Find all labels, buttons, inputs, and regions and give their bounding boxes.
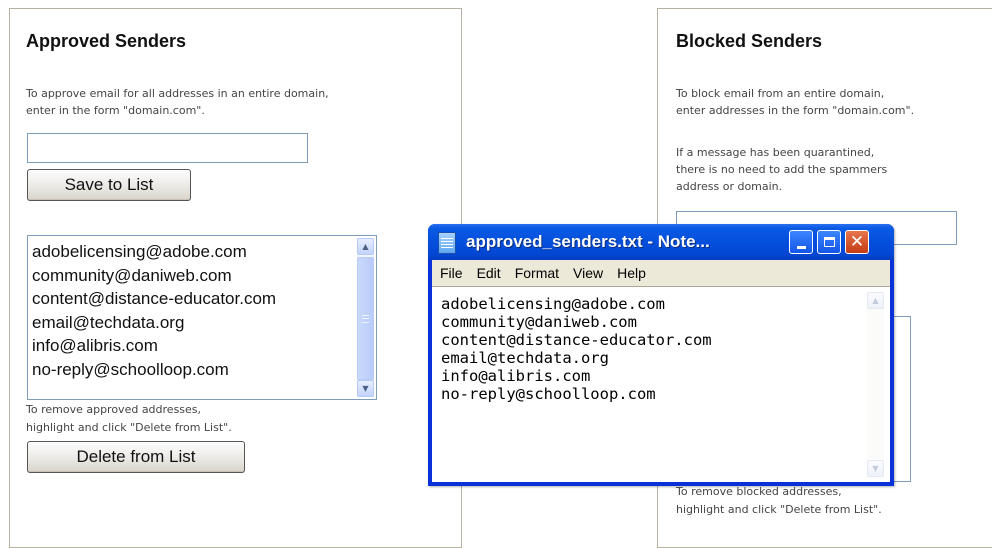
notepad-text[interactable]: adobelicensing@adobe.com community@daniw… — [441, 295, 712, 403]
editor-scrollbar[interactable]: ▲ ▼ — [867, 292, 884, 477]
maximize-button[interactable] — [817, 230, 841, 254]
menu-help[interactable]: Help — [610, 265, 653, 281]
scroll-down-arrow-icon[interactable]: ▼ — [867, 460, 884, 477]
approved-senders-listbox[interactable]: adobelicensing@adobe.com community@daniw… — [27, 235, 377, 400]
approved-help-line1: To approve email for all addresses in an… — [26, 87, 329, 100]
approved-senders-panel: Approved Senders To approve email for al… — [9, 8, 462, 548]
scroll-down-arrow-icon[interactable]: ▼ — [357, 380, 374, 397]
minimize-button[interactable] — [789, 230, 813, 254]
approved-senders-title: Approved Senders — [26, 31, 187, 51]
scroll-up-arrow-icon[interactable]: ▲ — [357, 238, 374, 255]
list-item[interactable]: info@alibris.com — [28, 334, 376, 358]
quarantine-line1: If a message has been quarantined, — [676, 146, 875, 159]
maximize-icon — [823, 237, 835, 247]
listbox-scrollbar[interactable]: ▲ ▼ — [357, 238, 374, 397]
list-item[interactable]: adobelicensing@adobe.com — [28, 240, 376, 264]
scroll-up-arrow-icon[interactable]: ▲ — [867, 292, 884, 309]
notepad-title: approved_senders.txt - Note... — [466, 232, 710, 251]
approved-remove-help-line2: highlight and click "Delete from List". — [26, 421, 232, 434]
delete-from-list-button[interactable]: Delete from List — [27, 441, 245, 473]
approved-remove-help-line1: To remove approved addresses, — [26, 403, 202, 416]
blocked-remove-help-line2: highlight and click "Delete from List". — [676, 503, 882, 516]
approved-help-line2: enter in the form "domain.com". — [26, 104, 205, 117]
list-item[interactable]: content@distance-educator.com — [28, 287, 376, 311]
notepad-window[interactable]: approved_senders.txt - Note... ✕ File Ed… — [428, 224, 894, 486]
close-button[interactable]: ✕ — [845, 230, 869, 254]
quarantine-line2: there is no need to add the spammers — [676, 163, 888, 176]
save-to-list-button[interactable]: Save to List — [27, 169, 191, 201]
minimize-icon — [796, 245, 806, 249]
approved-domain-input[interactable] — [27, 133, 308, 163]
menu-edit[interactable]: Edit — [470, 265, 508, 281]
blocked-help-line1: To block email from an entire domain, — [676, 87, 885, 100]
notepad-title-bar[interactable]: approved_senders.txt - Note... ✕ — [428, 224, 894, 260]
blocked-help-line2: enter addresses in the form "domain.com"… — [676, 104, 915, 117]
quarantine-line3: address or domain. — [676, 180, 783, 193]
menu-format[interactable]: Format — [508, 265, 566, 281]
list-item[interactable]: community@daniweb.com — [28, 264, 376, 288]
notepad-editor[interactable]: adobelicensing@adobe.com community@daniw… — [432, 286, 890, 482]
list-item[interactable]: no-reply@schoolloop.com — [28, 358, 376, 382]
blocked-senders-title: Blocked Senders — [676, 31, 823, 51]
list-item[interactable]: email@techdata.org — [28, 311, 376, 335]
notepad-menu-bar: File Edit Format View Help — [432, 260, 890, 286]
scroll-thumb[interactable] — [357, 257, 374, 380]
menu-file[interactable]: File — [432, 265, 470, 281]
menu-view[interactable]: View — [566, 265, 610, 281]
close-icon: ✕ — [849, 231, 865, 252]
notepad-icon — [438, 232, 456, 254]
